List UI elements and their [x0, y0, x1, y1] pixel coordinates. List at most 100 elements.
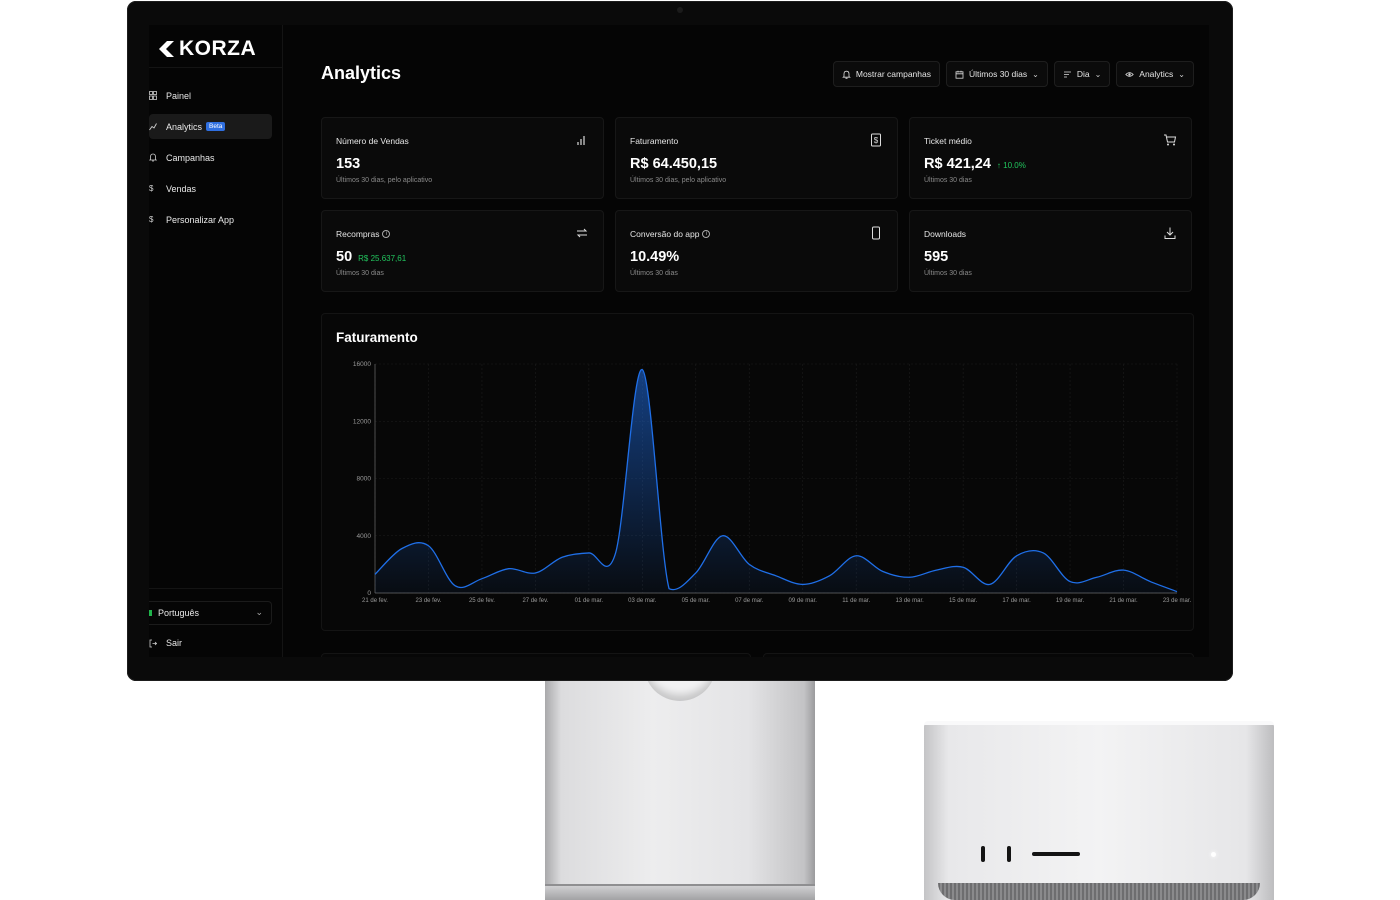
sidebar-item-painel[interactable]: Painel: [149, 83, 283, 108]
metric-card-revenue: Faturamento R$ 64.450,15 Últimos 30 dias…: [615, 117, 898, 199]
x-tick-label: 27 de fev.: [522, 598, 548, 604]
x-tick-label: 25 de fev.: [469, 598, 495, 604]
sidebar-item-analytics[interactable]: Analytics Beta: [149, 114, 272, 139]
logout-button[interactable]: Sair: [149, 635, 182, 651]
metric-title: Conversão do app i: [630, 229, 711, 239]
metric-subtitle: Últimos 30 dias: [336, 270, 384, 277]
x-tick-label: 11 de mar.: [842, 598, 870, 604]
monitor: KORZA Painel Analytics Beta Campanhas $ …: [127, 1, 1233, 681]
metric-value-text: 50: [336, 249, 353, 265]
sidebar-item-label: Personalizar App: [166, 214, 235, 225]
metric-delta-value: 10.0%: [1003, 161, 1026, 170]
metric-card-downloads: Downloads 595 Últimos 30 dias: [909, 210, 1192, 292]
bell-icon: [842, 70, 851, 79]
chevron-down-icon: ⌄: [255, 607, 263, 617]
sidebar-item-label: Analytics: [166, 121, 203, 132]
main-content: Analytics Mostrar campanhas Últimos 30 d…: [283, 25, 1209, 657]
bar-chart-icon: [577, 136, 585, 145]
sidebar-item-label: Painel: [166, 90, 192, 101]
language-select[interactable]: Português ⌄: [149, 601, 272, 625]
y-tick-label: 16000: [353, 361, 371, 368]
partial-card: [321, 653, 751, 657]
language-label: Português: [158, 608, 200, 618]
metric-title: Ticket médio: [924, 136, 972, 146]
metric-card-repurchases: Recompras i 50 R$ 25.637,61 Últimos 30 di…: [321, 210, 604, 292]
dashboard-icon: [149, 91, 157, 100]
y-tick-label: 0: [367, 590, 371, 597]
monitor-stand: [545, 661, 815, 900]
sidebar-nav: Painel Analytics Beta Campanhas $ Vendas…: [149, 83, 283, 238]
cart-icon: [1164, 134, 1177, 146]
x-tick-label: 09 de mar.: [789, 598, 818, 604]
sidebar-item-vendas[interactable]: $ Vendas: [149, 176, 283, 201]
eye-icon: [1125, 71, 1135, 77]
metric-extra-value: R$ 25.637,61: [358, 254, 407, 263]
granularity-label: Dia: [1076, 69, 1090, 79]
svg-text:$: $: [874, 136, 879, 145]
info-icon[interactable]: i: [382, 230, 391, 238]
view-select[interactable]: Analytics ⌄: [1116, 61, 1194, 87]
metric-value: 10.49%: [630, 249, 679, 265]
chevron-down-icon: ⌄: [1178, 69, 1185, 79]
x-tick-label: 19 de mar.: [1056, 598, 1085, 604]
x-tick-label: 15 de mar.: [949, 598, 978, 604]
metric-card-average-ticket: Ticket médio R$ 421,24 ↑ 10.0% Últimos 3…: [909, 117, 1192, 199]
chevron-down-icon: ⌄: [1032, 69, 1039, 79]
series-area: [375, 369, 1177, 593]
metric-value: 153: [336, 156, 360, 172]
desktop-computer: [924, 721, 1274, 900]
metric-subtitle: Últimos 30 dias: [630, 270, 678, 277]
date-range-select[interactable]: Últimos 30 dias ⌄: [946, 61, 1048, 87]
divider: [149, 588, 283, 589]
metric-card-app-conversion: Conversão do app i 10.49% Últimos 30 dias: [615, 210, 898, 292]
camera: [677, 7, 683, 13]
chart-title: Faturamento: [336, 330, 418, 345]
desktop-computer-top: [924, 721, 1274, 725]
info-icon[interactable]: i: [702, 230, 711, 238]
usb-port: [981, 846, 985, 862]
x-tick-label: 21 de fev.: [362, 598, 388, 604]
metric-value-text: 10.49%: [630, 249, 680, 265]
sidebar-item-campanhas[interactable]: Campanhas: [149, 145, 283, 170]
chevron-down-icon: ⌄: [1094, 69, 1102, 79]
x-tick-label: 17 de mar.: [1002, 598, 1031, 604]
revenue-area-chart: 0 4000 8000 12000 16000 21 de fev. 23 de fev. 2…: [353, 361, 1192, 604]
repeat-icon: [576, 228, 588, 238]
metric-title-text: Recompras: [336, 229, 380, 239]
show-campaigns-label: Mostrar campanhas: [855, 69, 931, 79]
metric-subtitle: Últimos 30 dias, pelo aplicativo: [630, 177, 727, 184]
customize-icon: $: [149, 215, 154, 224]
x-tick-label: 21 de mar.: [1109, 598, 1138, 604]
metric-value: 595: [924, 249, 948, 265]
usb-port: [1007, 846, 1011, 862]
partial-card: [763, 653, 1194, 657]
revenue-chart-card: Faturamento 0 4000 8000 12000 16000 21 de fev…: [321, 313, 1194, 631]
divider: [149, 67, 283, 68]
power-led: [1211, 852, 1216, 857]
x-tick-label: 23 de fev.: [416, 598, 442, 604]
sidebar-item-personalizar-app[interactable]: $ Personalizar App: [149, 207, 283, 232]
metric-title: Número de Vendas: [336, 136, 409, 146]
korza-logo-icon: [159, 41, 174, 57]
y-tick-label: 4000: [357, 533, 372, 540]
metric-value: 50 R$ 25.637,61: [336, 249, 406, 265]
metric-value: R$ 421,24 ↑ 10.0%: [924, 156, 1026, 172]
show-campaigns-button[interactable]: Mostrar campanhas: [832, 61, 940, 87]
brand-logo[interactable]: KORZA: [157, 37, 256, 61]
x-tick-label: 05 de mar.: [682, 598, 711, 604]
view-label: Analytics: [1139, 69, 1174, 79]
brand-name: KORZA: [179, 37, 257, 60]
phone-icon: [872, 226, 880, 240]
metric-value-text: 153: [336, 156, 361, 172]
date-range-label: Últimos 30 dias: [969, 69, 1028, 79]
metric-value-text: R$ 421,24: [924, 156, 991, 172]
metric-title: Recompras i: [336, 229, 391, 239]
x-tick-label: 13 de mar.: [895, 598, 924, 604]
granularity-select[interactable]: Dia ⌄: [1053, 61, 1111, 87]
bell-icon: [149, 153, 157, 162]
metric-value-text: R$ 64.450,15: [630, 156, 718, 172]
sidebar-item-label: Vendas: [166, 183, 197, 194]
metric-title: Faturamento: [630, 136, 679, 146]
logout-icon: [149, 639, 157, 648]
x-tick-label: 07 de mar.: [735, 598, 764, 604]
